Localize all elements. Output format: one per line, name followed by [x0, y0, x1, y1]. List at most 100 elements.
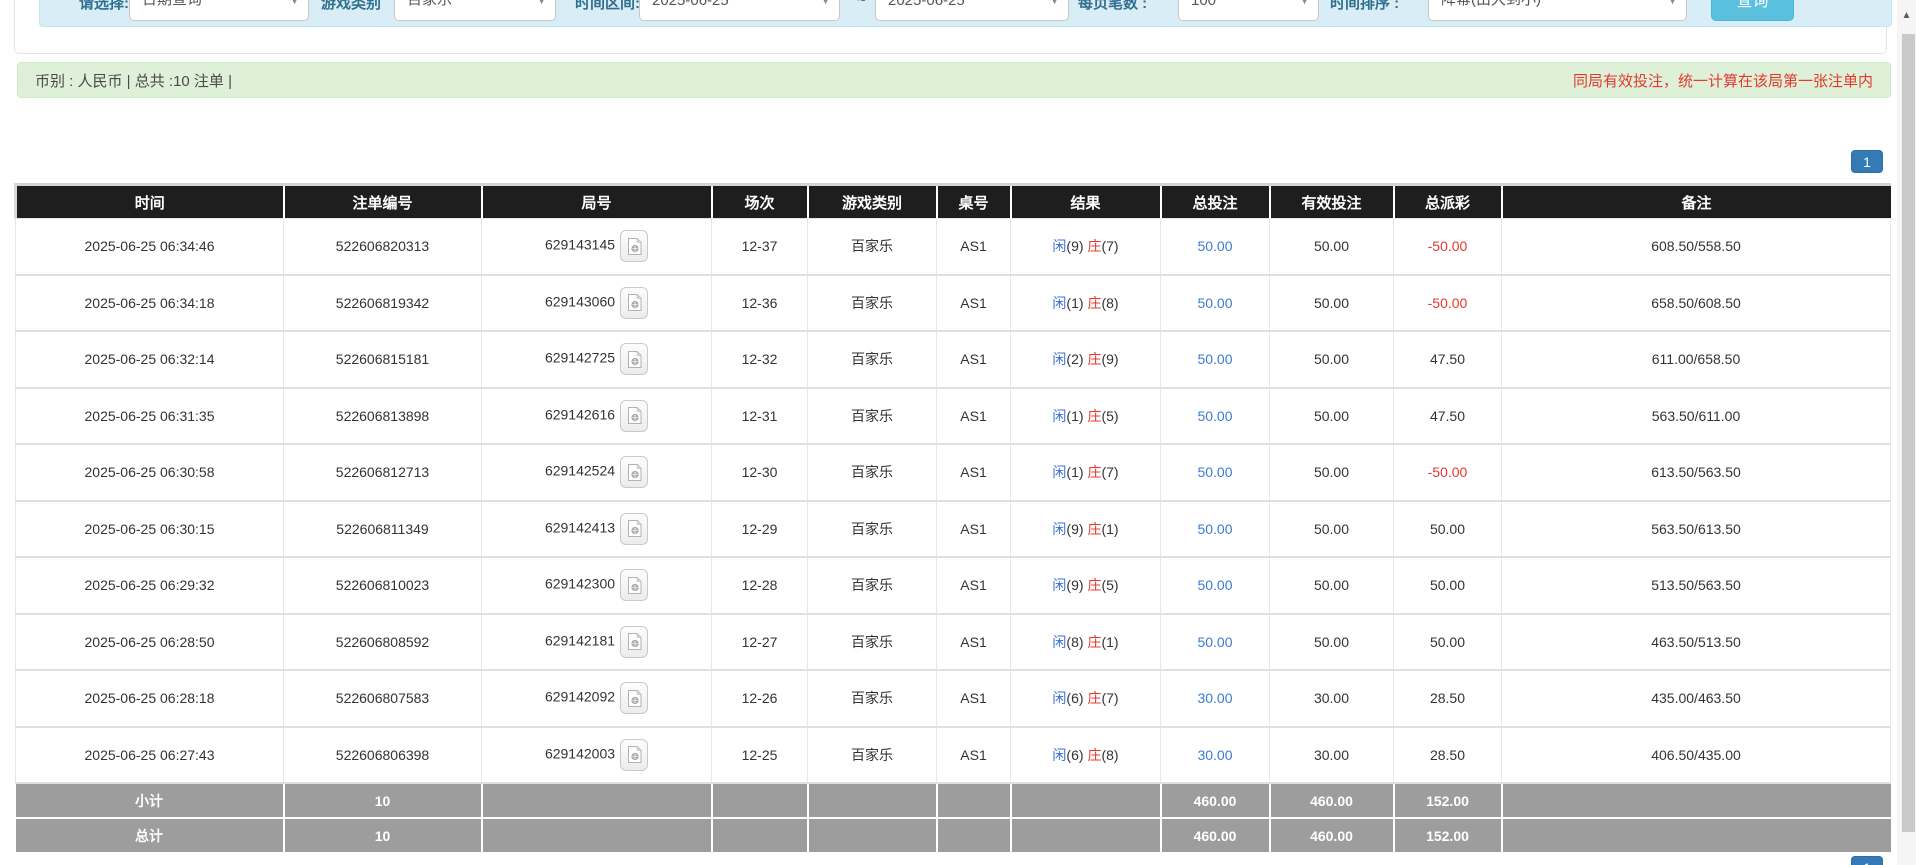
scroll-up-icon[interactable]: ▲ [1897, 10, 1916, 21]
tilde-separator: ~ [857, 0, 866, 9]
cell-total-bet: 50.00 [1161, 275, 1270, 332]
total-bet-link[interactable]: 30.00 [1197, 690, 1232, 706]
scrollbar[interactable]: ▲ [1897, 0, 1916, 865]
cell-game-type: 百家乐 [808, 727, 937, 784]
video-icon[interactable] [620, 513, 648, 545]
cell-total-bet: 50.00 [1161, 557, 1270, 614]
video-icon[interactable] [620, 739, 648, 771]
cell-result: 闲(9) 庄(7) [1011, 219, 1161, 275]
table-row: 2025-06-25 06:31:35522606813898629142616… [16, 388, 1891, 445]
date-query-select[interactable]: 日期查询 ▼ [129, 0, 309, 21]
total-bet-link[interactable]: 50.00 [1197, 295, 1232, 311]
footer-cell [482, 783, 712, 818]
cell-round: 629142413 [482, 501, 712, 558]
cell-bet-id: 522606815181 [284, 331, 482, 388]
total-bet-link[interactable]: 50.00 [1197, 408, 1232, 424]
query-button[interactable]: 查询 [1711, 0, 1794, 21]
page-size-select[interactable]: 100 ▼ [1178, 0, 1319, 21]
table-row: 2025-06-25 06:34:18522606819342629143060… [16, 275, 1891, 332]
cell-game-type: 百家乐 [808, 219, 937, 275]
video-icon[interactable] [620, 456, 648, 488]
cell-payout: 47.50 [1394, 331, 1502, 388]
table-row: 2025-06-25 06:30:15522606811349629142413… [16, 501, 1891, 558]
footer-payout: 152.00 [1394, 783, 1502, 818]
time-range-label: 时间区间: [575, 0, 640, 13]
result-player: 闲 [1052, 577, 1066, 593]
footer-cell [808, 783, 937, 818]
result-banker-points: (8) [1101, 747, 1118, 763]
column-header-7: 结果 [1011, 185, 1161, 219]
video-icon[interactable] [620, 682, 648, 714]
result-banker-points: (8) [1101, 295, 1118, 311]
round-number: 629142725 [545, 350, 615, 366]
result-player-points: (6) [1066, 747, 1083, 763]
cell-valid-bet: 50.00 [1270, 275, 1394, 332]
table-row: 2025-06-25 06:29:32522606810023629142300… [16, 557, 1891, 614]
cell-game-type: 百家乐 [808, 388, 937, 445]
cell-game-type: 百家乐 [808, 444, 937, 501]
result-banker: 庄 [1087, 747, 1101, 763]
date-from-select[interactable]: 2025-06-25 ▼ [639, 0, 840, 21]
cell-table-no: AS1 [937, 219, 1011, 275]
result-banker-points: (1) [1101, 521, 1118, 537]
cell-round: 629142524 [482, 444, 712, 501]
cell-time: 2025-06-25 06:30:15 [16, 501, 284, 558]
total-bet-link[interactable]: 50.00 [1197, 238, 1232, 254]
result-banker: 庄 [1087, 690, 1101, 706]
result-banker: 庄 [1087, 464, 1101, 480]
total-bet-link[interactable]: 50.00 [1197, 577, 1232, 593]
cell-round: 629142616 [482, 388, 712, 445]
pagination-page-1-bottom[interactable]: 1 [1851, 856, 1883, 865]
column-header-9: 有效投注 [1270, 185, 1394, 219]
cell-round: 629142300 [482, 557, 712, 614]
date-to-select[interactable]: 2025-06-25 ▼ [875, 0, 1069, 21]
cell-bet-id: 522606810023 [284, 557, 482, 614]
cell-time: 2025-06-25 06:27:43 [16, 727, 284, 784]
footer-cell [482, 818, 712, 853]
summary-bar: 币别 : 人民币 | 总共 :10 注单 | 同局有效投注，统一计算在该局第一张… [17, 62, 1891, 98]
cell-table-no: AS1 [937, 275, 1011, 332]
footer-payout: 152.00 [1394, 818, 1502, 853]
result-player-points: (9) [1066, 238, 1083, 254]
total-bet-link[interactable]: 50.00 [1197, 521, 1232, 537]
sort-select[interactable]: 降幂(由大到小) ▼ [1428, 0, 1687, 21]
cell-session: 12-37 [712, 219, 808, 275]
cell-valid-bet: 50.00 [1270, 501, 1394, 558]
round-number: 629142524 [545, 463, 615, 479]
total-bet-link[interactable]: 50.00 [1197, 634, 1232, 650]
cell-round: 629142725 [482, 331, 712, 388]
total-bet-link[interactable]: 50.00 [1197, 351, 1232, 367]
date-to-value: 2025-06-25 [888, 0, 965, 9]
cell-session: 12-25 [712, 727, 808, 784]
cell-payout: 50.00 [1394, 557, 1502, 614]
column-header-8: 总投注 [1161, 185, 1270, 219]
column-header-2: 注单编号 [284, 185, 482, 219]
table-row: 2025-06-25 06:27:43522606806398629142003… [16, 727, 1891, 784]
cell-payout: 28.50 [1394, 727, 1502, 784]
video-icon[interactable] [620, 400, 648, 432]
cell-game-type: 百家乐 [808, 557, 937, 614]
round-number: 629142003 [545, 745, 615, 761]
cell-total-bet: 50.00 [1161, 501, 1270, 558]
pagination-page-1[interactable]: 1 [1851, 150, 1883, 173]
video-icon[interactable] [620, 569, 648, 601]
chevron-down-icon: ▼ [1668, 0, 1677, 6]
game-type-select[interactable]: 百家乐 ▼ [394, 0, 556, 21]
video-icon[interactable] [620, 343, 648, 375]
cell-remark: 563.50/613.50 [1502, 501, 1891, 558]
chevron-down-icon: ▼ [290, 0, 299, 6]
result-banker: 庄 [1087, 521, 1101, 537]
video-icon[interactable] [620, 230, 648, 262]
result-banker: 庄 [1087, 634, 1101, 650]
scrollbar-thumb[interactable] [1902, 34, 1915, 832]
summary-currency-count: 币别 : 人民币 | 总共 :10 注单 | [35, 70, 232, 91]
game-type-label: 游戏类别 [321, 0, 381, 13]
video-icon[interactable] [620, 287, 648, 319]
video-icon[interactable] [620, 626, 648, 658]
total-bet-link[interactable]: 50.00 [1197, 464, 1232, 480]
total-bet-link[interactable]: 30.00 [1197, 747, 1232, 763]
footer-cell [937, 783, 1011, 818]
pagination-page-label: 1 [1863, 154, 1871, 170]
result-player-points: (9) [1066, 577, 1083, 593]
cell-valid-bet: 50.00 [1270, 219, 1394, 275]
